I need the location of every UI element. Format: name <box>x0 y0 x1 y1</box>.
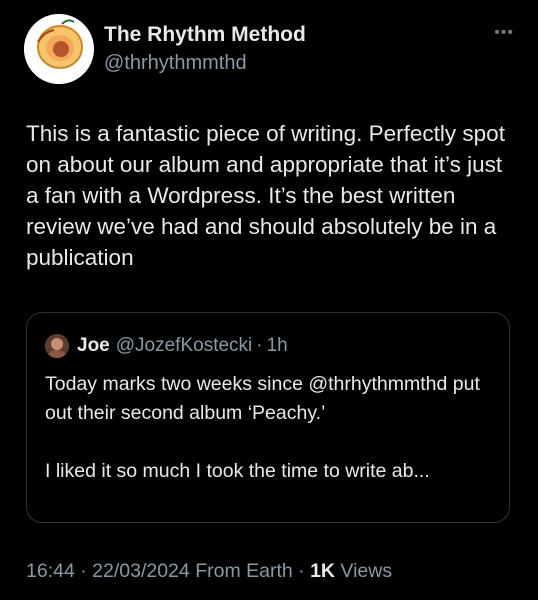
tweet-time[interactable]: 16:44 <box>26 560 75 582</box>
quoted-author-handle[interactable]: @JozefKostecki <box>116 335 253 357</box>
tweet-meta: 16:44 · 22/03/2024 From Earth · 1K Views <box>26 558 392 584</box>
quoted-tweet-text: Today marks two weeks since @thrhythmmth… <box>45 370 495 486</box>
quoted-paragraph-2: I liked it so much I took the time to wr… <box>45 460 430 482</box>
separator-dot: · <box>256 335 263 356</box>
quoted-tweet[interactable]: Joe @JozefKostecki · 1h Today marks two … <box>26 312 510 523</box>
author-handle[interactable]: @thrhythmmthd <box>104 50 306 76</box>
tweet-location: From Earth <box>195 560 293 582</box>
separator-dot: · <box>298 560 311 582</box>
tweet: The Rhythm Method @thrhythmmthd ••• This… <box>0 0 538 600</box>
views-label: Views <box>340 560 393 582</box>
quoted-author-name[interactable]: Joe <box>77 335 110 357</box>
author-info: The Rhythm Method @thrhythmmthd <box>104 22 306 76</box>
tweet-text: This is a fantastic piece of writing. Pe… <box>26 121 505 270</box>
quoted-tweet-header: Joe @JozefKostecki · 1h <box>45 333 288 359</box>
quoted-tweet-time[interactable]: 1h <box>267 335 288 357</box>
avatar-photo-icon <box>45 334 69 358</box>
separator-dot: · <box>80 560 93 582</box>
peach-logo-icon <box>24 14 94 84</box>
author-avatar[interactable] <box>24 14 94 84</box>
quoted-author-avatar[interactable] <box>45 334 69 358</box>
tweet-date[interactable]: 22/03/2024 <box>92 560 190 582</box>
author-display-name[interactable]: The Rhythm Method <box>104 22 306 48</box>
quoted-paragraph-1: Today marks two weeks since @thrhythmmth… <box>45 373 480 424</box>
more-options-icon[interactable]: ••• <box>494 25 514 41</box>
views-count: 1K <box>310 560 335 582</box>
